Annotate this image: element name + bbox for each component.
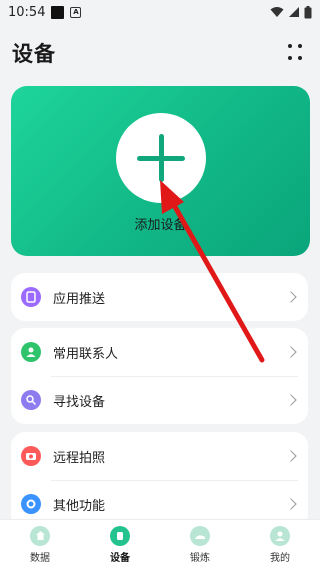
row-label: 其他功能	[53, 498, 106, 514]
wifi-icon	[270, 7, 284, 17]
dot-icon	[288, 56, 292, 60]
row-remote-camera[interactable]: 远程拍照	[11, 432, 308, 480]
contact-icon	[21, 342, 41, 362]
row-app-push[interactable]: 应用推送	[11, 273, 308, 321]
status-left: 10:54 A	[8, 4, 82, 20]
chevron-right-icon	[285, 394, 297, 406]
battery-icon	[304, 5, 312, 18]
more-options-button[interactable]	[284, 41, 308, 65]
row-label: 常用联系人	[53, 346, 119, 362]
plus-icon-stem	[159, 134, 164, 182]
exercise-icon	[190, 525, 210, 546]
status-right	[270, 5, 312, 19]
row-find-device[interactable]: 寻找设备	[11, 376, 308, 424]
a-badge-icon: A	[70, 6, 82, 18]
add-device-label: 添加设备	[134, 218, 187, 233]
add-device-card[interactable]: 添加设备	[11, 86, 310, 256]
other-functions-icon	[21, 494, 41, 514]
tab-device[interactable]: 设备	[90, 525, 150, 564]
notification-icon	[51, 5, 65, 19]
dot-icon	[298, 44, 302, 48]
tab-label: 数据	[30, 552, 50, 564]
chevron-right-icon	[285, 346, 297, 358]
profile-icon	[270, 525, 290, 546]
header: 设备	[0, 24, 320, 82]
row-label: 应用推送	[53, 291, 106, 307]
app-push-icon	[21, 287, 41, 307]
find-device-icon	[21, 390, 41, 410]
chevron-right-icon	[285, 498, 297, 510]
status-time: 10:54	[8, 4, 46, 20]
tab-data[interactable]: 数据	[10, 525, 70, 564]
row-label: 寻找设备	[53, 394, 106, 410]
status-bar: 10:54 A	[0, 0, 320, 24]
dot-icon	[288, 44, 292, 48]
row-label: 远程拍照	[53, 450, 106, 466]
remote-camera-icon	[21, 446, 41, 466]
tab-exercise[interactable]: 锻炼	[170, 525, 230, 564]
add-device-button[interactable]	[116, 113, 206, 203]
dot-icon	[298, 56, 302, 60]
chevron-right-icon	[285, 291, 297, 303]
page-title: 设备	[12, 42, 56, 66]
row-contacts[interactable]: 常用联系人	[11, 328, 308, 376]
tab-profile[interactable]: 我的	[250, 525, 310, 564]
group-contacts: 常用联系人 寻找设备	[11, 328, 308, 424]
group-remote: 远程拍照 其他功能	[11, 432, 308, 528]
tab-label: 设备	[110, 552, 130, 564]
group-app-push: 应用推送	[11, 273, 308, 321]
tab-label: 我的	[270, 552, 290, 564]
tab-label: 锻炼	[190, 552, 210, 564]
chevron-right-icon	[285, 450, 297, 462]
bottom-tab-bar: 数据 设备 锻炼 我的	[0, 519, 320, 569]
home-icon	[30, 525, 50, 546]
device-icon	[110, 525, 130, 546]
signal-icon	[289, 7, 299, 17]
